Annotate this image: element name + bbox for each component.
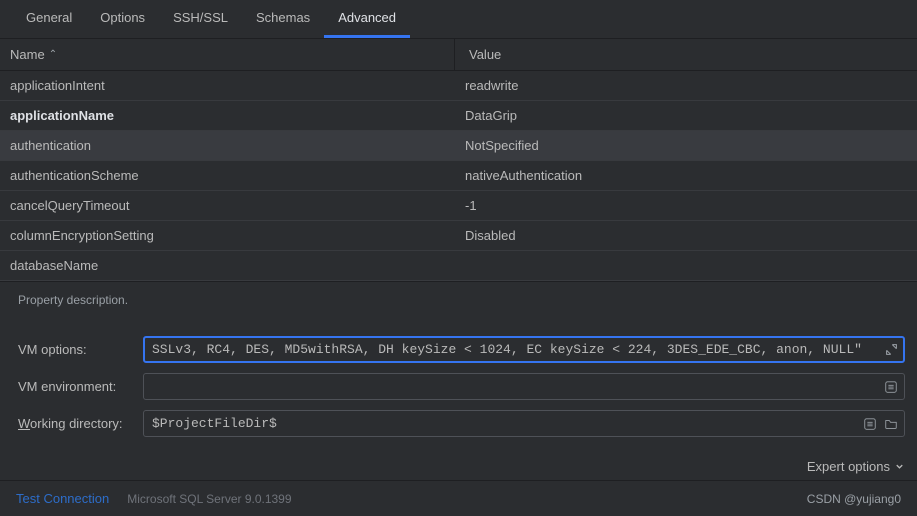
server-info: Microsoft SQL Server 9.0.1399: [127, 492, 291, 506]
cell-value: [455, 259, 917, 273]
tab-advanced[interactable]: Advanced: [324, 0, 410, 38]
work-dir-wrapper: [143, 410, 905, 437]
tabs-bar: General Options SSH/SSL Schemas Advanced: [0, 0, 917, 39]
watermark: CSDN @yujiang0: [807, 492, 901, 506]
vm-env-label: VM environment:: [18, 379, 133, 394]
vm-options-wrapper: [143, 336, 905, 363]
expert-options-link[interactable]: Expert options: [807, 459, 905, 474]
vm-options-input[interactable]: [143, 336, 905, 363]
column-header-value[interactable]: Value: [455, 39, 917, 70]
chevron-down-icon: [894, 461, 905, 472]
table-row[interactable]: authentication NotSpecified: [0, 131, 917, 161]
vm-env-row: VM environment:: [18, 373, 905, 400]
vm-options-row: VM options:: [18, 336, 905, 363]
sort-asc-icon: ⌃: [49, 49, 57, 60]
form-area: VM options: VM environment: Working dire…: [0, 318, 917, 455]
work-dir-row: Working directory:: [18, 410, 905, 437]
work-dir-rest: orking directory:: [30, 416, 122, 431]
header-name-label: Name: [10, 47, 45, 62]
cell-name: cancelQueryTimeout: [0, 191, 455, 220]
table-header: Name ⌃ Value: [0, 39, 917, 71]
cell-name: databaseName: [0, 251, 455, 280]
table-row[interactable]: authenticationScheme nativeAuthenticatio…: [0, 161, 917, 191]
cell-name: authenticationScheme: [0, 161, 455, 190]
tab-ssh-ssl[interactable]: SSH/SSL: [159, 0, 242, 38]
table-row[interactable]: cancelQueryTimeout -1: [0, 191, 917, 221]
cell-value: -1: [455, 191, 917, 220]
table-row[interactable]: applicationName DataGrip: [0, 101, 917, 131]
property-description: Property description.: [0, 281, 917, 318]
work-dir-input[interactable]: [143, 410, 905, 437]
vm-options-label: VM options:: [18, 342, 133, 357]
expert-options-row: Expert options: [0, 455, 917, 480]
vm-env-wrapper: [143, 373, 905, 400]
tab-general[interactable]: General: [12, 0, 86, 38]
tab-options[interactable]: Options: [86, 0, 159, 38]
expert-options-label: Expert options: [807, 459, 890, 474]
header-value-label: Value: [469, 47, 501, 62]
cell-value: NotSpecified: [455, 131, 917, 160]
table-row[interactable]: columnEncryptionSetting Disabled: [0, 221, 917, 251]
footer-left: Test Connection Microsoft SQL Server 9.0…: [16, 491, 292, 506]
table-row[interactable]: applicationIntent readwrite: [0, 71, 917, 101]
work-dir-label: Working directory:: [18, 416, 133, 431]
list-icon[interactable]: [862, 416, 878, 432]
properties-table: Name ⌃ Value applicationIntent readwrite…: [0, 39, 917, 281]
cell-name: applicationName: [0, 101, 455, 130]
cell-name: columnEncryptionSetting: [0, 221, 455, 250]
table-row[interactable]: databaseName: [0, 251, 917, 281]
column-header-name[interactable]: Name ⌃: [0, 39, 455, 70]
list-icon[interactable]: [883, 379, 899, 395]
cell-value: Disabled: [455, 221, 917, 250]
test-connection-link[interactable]: Test Connection: [16, 491, 109, 506]
cell-value: DataGrip: [455, 101, 917, 130]
cell-value: readwrite: [455, 71, 917, 100]
folder-icon[interactable]: [883, 416, 899, 432]
tab-schemas[interactable]: Schemas: [242, 0, 324, 38]
footer: Test Connection Microsoft SQL Server 9.0…: [0, 480, 917, 516]
cell-value: nativeAuthentication: [455, 161, 917, 190]
vm-env-input[interactable]: [143, 373, 905, 400]
cell-name: applicationIntent: [0, 71, 455, 100]
expand-icon[interactable]: [883, 342, 899, 358]
cell-name: authentication: [0, 131, 455, 160]
